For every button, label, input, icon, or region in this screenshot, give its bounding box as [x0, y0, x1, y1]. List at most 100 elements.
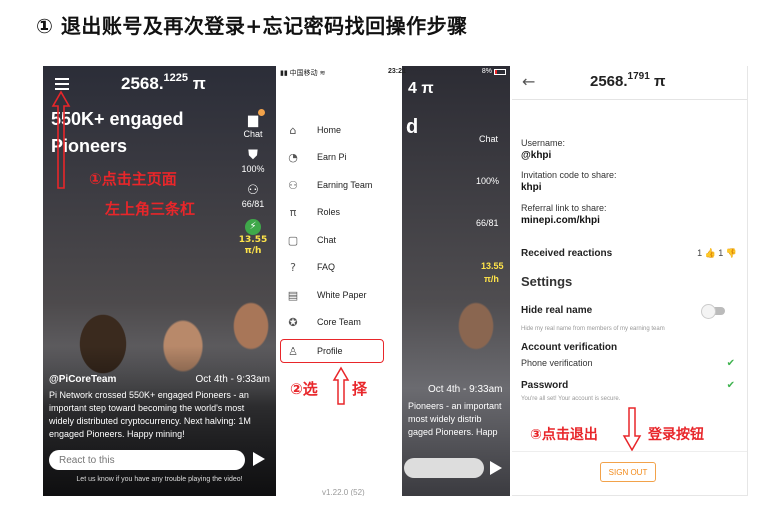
team-icon: ⚇ [288, 178, 298, 192]
username-value: @khpi [521, 150, 552, 161]
dimmed-react-input [404, 458, 484, 478]
security-shortcut[interactable]: ⛊ 100% [241, 148, 265, 175]
referral-field: Referral link to share: minepi.com/khpi [521, 203, 607, 226]
password-title[interactable]: Password [521, 380, 568, 391]
menu-label-white-paper: White Paper [317, 290, 367, 300]
mining-button[interactable]: ⚡ 13.55 π/h [239, 219, 267, 257]
core-team-icon: ✪ [288, 315, 298, 329]
dimmed-security-label: 100% [476, 176, 500, 186]
annotation-arrow-down-icon [622, 407, 642, 452]
annotation-arrow-up-icon [51, 90, 71, 189]
team-icon: ⚇ [247, 183, 259, 198]
invitation-value[interactable]: khpi [521, 182, 617, 193]
menu-item-earning-team[interactable]: ⚇ Earning Team [276, 172, 402, 198]
react-input[interactable] [49, 450, 245, 470]
annotation-step2-a: ②选 [290, 380, 318, 398]
sign-out-button[interactable]: SIGN OUT [600, 462, 656, 482]
chat-bubble-icon: ▆ [247, 109, 265, 128]
home-screen: 2568.1225 π 550K+ engaged Pioneers ▆ Cha… [43, 66, 276, 496]
battery-icon [494, 69, 506, 75]
referral-label: Referral link to share: [521, 203, 607, 213]
menu-item-core-team[interactable]: ✪ Core Team [276, 309, 402, 335]
question-icon: ? [290, 260, 296, 274]
dimmed-unit: π/h [484, 274, 499, 284]
battery-percent: 8% [481, 68, 492, 75]
video-footer-note: Let us know if you have any trouble play… [76, 476, 243, 483]
invitation-label: Invitation code to share: [521, 170, 617, 180]
back-arrow-icon[interactable]: ← [522, 72, 535, 91]
phone-verification-label: Phone verification [521, 358, 593, 368]
chat-icon: ▢ [287, 233, 299, 247]
dimmed-post-date: Oct 4th - 9:33am [428, 384, 503, 395]
page-heading: ① 退出账号及再次登录+忘记密码找回操作步骤 [36, 14, 468, 38]
earn-pi-icon: ◔ [288, 150, 298, 164]
hide-name-toggle[interactable] [701, 304, 725, 319]
side-icons: ▆ Chat ⛊ 100% ⚇ 66/81 ⚡ 13.55 π/h [236, 109, 270, 267]
balance-main: 2568. [590, 73, 628, 90]
verification-title: Account verification [521, 342, 618, 353]
settings-title: Settings [521, 274, 573, 289]
dimmed-post-text: Pioneers - an important most widely dist… [408, 401, 502, 437]
lightning-icon: ⚡ [245, 219, 261, 235]
menu-item-home[interactable]: ⌂ Home [276, 117, 402, 143]
annotation-step3-a: ③点击退出 [530, 427, 598, 443]
balance-decimals: 1791 [627, 71, 650, 82]
pi-symbol: π [192, 74, 206, 93]
menu-item-faq[interactable]: ? FAQ [276, 254, 402, 280]
checkmark-icon: ✔ [726, 358, 735, 369]
menu-label-home: Home [317, 125, 342, 135]
referral-value[interactable]: minepi.com/khpi [521, 215, 607, 226]
carrier-label: ▮▮ 中国移动 ≋ [280, 70, 326, 77]
profile-screen: ← 2568.1791 π Username: @khpi Invitation… [512, 66, 748, 496]
invitation-field: Invitation code to share: khpi [521, 170, 617, 193]
dimmed-team-label: 66/81 [476, 218, 499, 228]
menu-label-chat: Chat [317, 235, 337, 245]
menu-item-chat[interactable]: ▢ Chat [276, 227, 402, 253]
password-subtitle: You're all set! Your account is secure. [521, 396, 621, 402]
annotation-step3-b: 登录按钮 [648, 427, 704, 443]
dimmed-balance: 4 π [408, 80, 434, 97]
divider [512, 451, 747, 452]
chat-shortcut[interactable]: ▆ Chat [243, 109, 265, 139]
post-date: Oct 4th - 9:33am [195, 374, 270, 385]
status-time: 23:21 [388, 68, 406, 75]
post-text: Pi Network crossed 550K+ engaged Pioneer… [49, 390, 251, 439]
reactions-counts: 1 👍 1 👎 [697, 248, 737, 258]
shield-icon: ⛊ [248, 148, 258, 163]
hide-name-title: Hide real name [521, 305, 593, 316]
menu-label-roles: Roles [317, 207, 341, 217]
balance-display: 2568.1225 π [121, 72, 206, 94]
menu-label-faq: FAQ [317, 262, 336, 272]
home-icon: ⌂ [289, 123, 297, 137]
team-shortcut[interactable]: ⚇ 66/81 [241, 183, 265, 210]
roles-icon: π [289, 205, 297, 219]
annotation-step1-line2: 左上角三条杠 [105, 200, 196, 218]
mining-unit: π/h [244, 246, 262, 256]
dimmed-rate: 13.55 [481, 261, 504, 271]
menu-item-roles[interactable]: π Roles [276, 199, 402, 225]
username-field: Username: @khpi [521, 138, 565, 161]
dimmed-headline-fragment: d [406, 116, 419, 138]
balance-decimals: 1225 [163, 72, 189, 84]
profile-topbar: ← 2568.1791 π [512, 66, 747, 100]
security-label: 100% [241, 164, 265, 174]
mining-rate: 13.55 [238, 235, 268, 245]
annotation-arrow-up-icon [332, 366, 350, 405]
post-author[interactable]: @PiCoreTeam [49, 374, 116, 385]
hide-name-subtitle: Hide my real name from members of my ear… [521, 326, 665, 332]
chat-label: Chat [243, 129, 263, 139]
balance-display: 2568.1791 π [590, 71, 665, 90]
team-label: 66/81 [241, 199, 265, 209]
phone-verification-row[interactable]: Phone verification [521, 358, 593, 368]
menu-item-white-paper[interactable]: ▤ White Paper [276, 282, 402, 308]
send-icon[interactable] [253, 452, 265, 466]
app-version: v1.22.0 (52) [322, 488, 365, 496]
dimmed-send-icon [490, 461, 502, 475]
status-bar: ▮▮ 中国移动 ≋ 23:21 8% [276, 66, 510, 78]
menu-screen: 4 π d Chat 100% 66/81 13.55 π/h Oct 4th … [276, 66, 510, 496]
checkmark-icon: ✔ [726, 380, 735, 391]
hamburger-menu-icon[interactable] [55, 78, 69, 90]
carrier-name: 中国移动 [289, 70, 318, 77]
menu-item-earn-pi[interactable]: ◔ Earn Pi [276, 144, 402, 170]
annotation-step2-b: 择 [352, 380, 368, 398]
